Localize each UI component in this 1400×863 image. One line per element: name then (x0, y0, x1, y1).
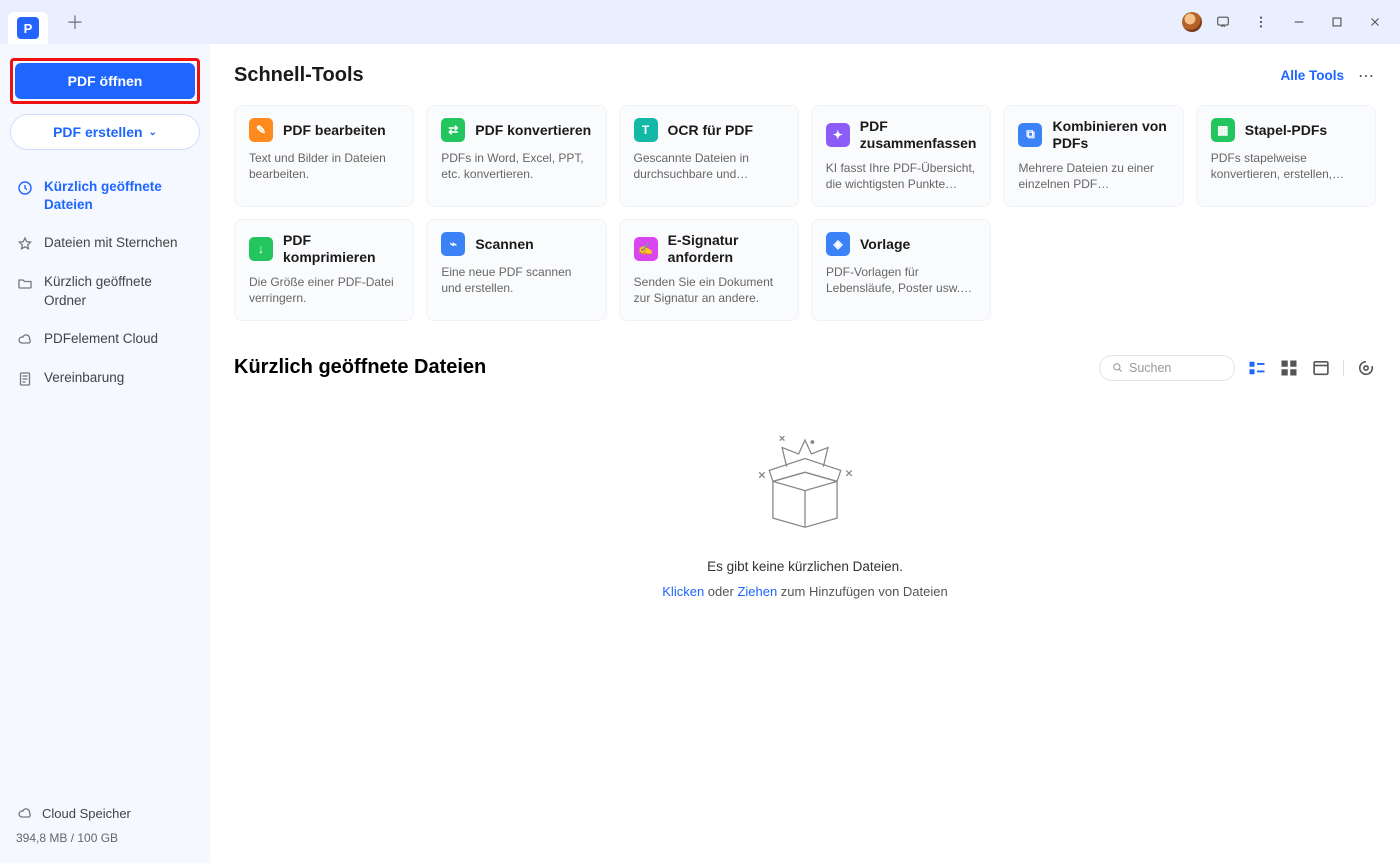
tool-description: Gescannte Dateien in durchsuchbare und b… (634, 150, 784, 182)
click-link[interactable]: Klicken (662, 584, 704, 599)
tool-title: Stapel-PDFs (1245, 122, 1327, 139)
refresh-icon[interactable] (1356, 358, 1376, 378)
tool-title: PDF komprimieren (283, 232, 399, 266)
user-avatar[interactable] (1182, 12, 1202, 32)
search-box[interactable] (1099, 355, 1235, 381)
tool-card[interactable]: ✎ PDF bearbeiten Text und Bilder in Dateie… (234, 105, 414, 207)
tool-icon: T (634, 118, 658, 142)
clock-icon (16, 179, 34, 197)
tool-icon: ▦ (1211, 118, 1235, 142)
nav-recent-folders[interactable]: Kürzlich geöffnete Ordner (10, 263, 200, 319)
app-tab[interactable]: P (8, 12, 48, 44)
nav-cloud[interactable]: PDFelement Cloud (10, 320, 200, 359)
tool-description: KI fasst Ihre PDF-Übersicht, die wichtig… (826, 160, 977, 192)
tool-description: Text und Bilder in Dateien bearbeiten. (249, 150, 399, 182)
tool-icon: ✍ (634, 237, 658, 261)
tool-description: Eine neue PDF scannen und erstellen. (441, 264, 591, 296)
empty-title: Es gibt keine kürzlichen Dateien. (707, 559, 903, 574)
star-icon (16, 235, 34, 253)
nav-agreement[interactable]: Vereinbarung (10, 359, 200, 398)
maximize-button[interactable] (1320, 7, 1354, 37)
recent-files-heading: Kürzlich geöffnete Dateien (234, 356, 486, 379)
tools-grid-row2: ↓ PDF komprimieren Die Größe einer PDF-Dat… (234, 219, 1376, 321)
tool-card[interactable]: ⇄ PDF konvertieren PDFs in Word, Excel, PP… (426, 105, 606, 207)
close-button[interactable] (1358, 7, 1392, 37)
tool-title: OCR für PDF (668, 122, 754, 139)
empty-state: Es gibt keine kürzlichen Dateien. Klicke… (234, 431, 1376, 599)
cloud-icon (16, 331, 34, 349)
tool-title: PDF zusammenfassen (860, 118, 977, 152)
tool-title: Vorlage (860, 236, 910, 253)
main-content: Schnell-Tools Alle Tools ⋯ ✎ PDF bearbeit… (210, 44, 1400, 863)
tool-card[interactable]: ⧉ Kombinieren von PDFs Mehrere Dateien zu … (1003, 105, 1183, 207)
tool-icon: ⇄ (441, 118, 465, 142)
storage-quota: 394,8 MB / 100 GB (10, 831, 200, 853)
empty-subtitle: Klicken oder Ziehen zum Hinzufügen von D… (662, 584, 947, 599)
view-grid-icon[interactable] (1279, 358, 1299, 378)
tool-icon: ✦ (826, 123, 850, 147)
tool-title: PDF bearbeiten (283, 122, 386, 139)
open-pdf-highlight: PDF öffnen (10, 58, 200, 104)
tool-description: PDF-Vorlagen für Lebensläufe, Poster usw… (826, 264, 976, 296)
tool-description: PDFs stapelweise konvertieren, erstellen… (1211, 150, 1361, 182)
tool-card[interactable]: ◈ Vorlage PDF-Vorlagen für Lebensläufe, Po… (811, 219, 991, 321)
all-tools-link[interactable]: Alle Tools (1280, 68, 1344, 83)
cloud-icon (16, 805, 34, 823)
nav-label: Kürzlich geöffnete Ordner (44, 273, 194, 309)
view-calendar-icon[interactable] (1311, 358, 1331, 378)
tool-icon: ⌁ (441, 232, 465, 256)
tool-description: Senden Sie ein Dokument zur Signatur an … (634, 274, 784, 306)
storage-label: Cloud Speicher (42, 806, 131, 821)
tool-icon: ⧉ (1018, 123, 1042, 147)
tool-card[interactable]: ▦ Stapel-PDFs PDFs stapelweise konvertiere… (1196, 105, 1376, 207)
nav-label: Dateien mit Sternchen (44, 234, 178, 252)
tool-card[interactable]: ✦ PDF zusammenfassen KI fasst Ihre PDF-Übe… (811, 105, 992, 207)
tool-title: PDF konvertieren (475, 122, 591, 139)
tool-icon: ✎ (249, 118, 273, 142)
nav-starred[interactable]: Dateien mit Sternchen (10, 224, 200, 263)
create-pdf-button[interactable]: PDF erstellen ⌄ (10, 114, 200, 150)
tool-description: PDFs in Word, Excel, PPT, etc. konvertie… (441, 150, 591, 182)
tool-card[interactable]: ✍ E-Signatur anfordern Senden Sie ein Doku… (619, 219, 799, 321)
tool-card[interactable]: T OCR für PDF Gescannte Dateien in durchsu… (619, 105, 799, 207)
tool-title: Kombinieren von PDFs (1052, 118, 1168, 152)
app-logo-icon: P (17, 17, 39, 39)
title-bar: P ＋ (0, 0, 1400, 44)
tool-card[interactable]: ⌁ Scannen Eine neue PDF scannen und erstel… (426, 219, 606, 321)
nav-label: Kürzlich geöffnete Dateien (44, 178, 194, 214)
tool-description: Die Größe einer PDF-Datei verringern. (249, 274, 399, 306)
tool-card[interactable]: ↓ PDF komprimieren Die Größe einer PDF-Dat… (234, 219, 414, 321)
view-list-icon[interactable] (1247, 358, 1267, 378)
tool-title: E-Signatur anfordern (668, 232, 784, 266)
new-tab-button[interactable]: ＋ (60, 7, 90, 37)
document-icon (16, 370, 34, 388)
menu-dots-icon[interactable] (1244, 7, 1278, 37)
nav-label: Vereinbarung (44, 369, 124, 387)
cloud-storage-link[interactable]: Cloud Speicher (10, 796, 200, 831)
nav-recent-files[interactable]: Kürzlich geöffnete Dateien (10, 168, 200, 224)
tools-grid-row1: ✎ PDF bearbeiten Text und Bilder in Dateie… (234, 105, 1376, 207)
nav-label: PDFelement Cloud (44, 330, 158, 348)
sidebar: PDF öffnen PDF erstellen ⌄ Kürzlich geöf… (0, 44, 210, 863)
search-input[interactable] (1129, 361, 1222, 375)
create-pdf-label: PDF erstellen (53, 124, 142, 140)
open-pdf-button[interactable]: PDF öffnen (15, 63, 195, 99)
folder-icon (16, 274, 34, 292)
drag-link[interactable]: Ziehen (737, 584, 777, 599)
chevron-down-icon: ⌄ (149, 127, 157, 138)
tool-icon: ↓ (249, 237, 273, 261)
minimize-button[interactable] (1282, 7, 1316, 37)
search-icon (1112, 361, 1123, 374)
tool-icon: ◈ (826, 232, 850, 256)
tool-description: Mehrere Dateien zu einer einzelnen PDF z… (1018, 160, 1168, 192)
feedback-icon[interactable] (1206, 7, 1240, 37)
tool-title: Scannen (475, 236, 533, 253)
divider (1343, 360, 1344, 376)
tools-more-icon[interactable]: ⋯ (1358, 66, 1376, 86)
quick-tools-heading: Schnell-Tools (234, 64, 364, 87)
empty-box-icon (745, 431, 865, 541)
